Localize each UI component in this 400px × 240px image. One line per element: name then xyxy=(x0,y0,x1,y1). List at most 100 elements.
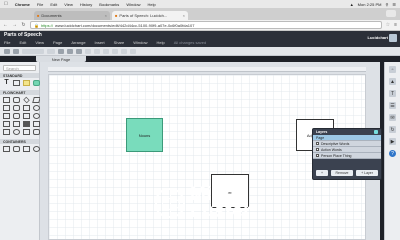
back-icon[interactable]: ← xyxy=(3,22,8,28)
forward-icon[interactable]: → xyxy=(12,22,17,28)
layer-visibility-checkbox[interactable] xyxy=(316,148,319,151)
bold-icon[interactable] xyxy=(58,48,64,54)
text-shape-icon[interactable]: T xyxy=(3,79,10,86)
menu-window[interactable]: Window xyxy=(126,2,140,7)
page-settings-icon[interactable]: ▫ xyxy=(389,66,396,73)
menu-view[interactable]: View xyxy=(64,2,73,7)
rounded-container-shape-icon[interactable] xyxy=(13,146,20,152)
layer-buttons: + Remove + Layer xyxy=(316,170,378,176)
menu-edit[interactable]: Edit xyxy=(50,2,57,7)
display-shape-icon[interactable] xyxy=(13,113,20,119)
manual-operation-shape-icon[interactable] xyxy=(33,129,40,135)
multiple-documents-shape-icon[interactable] xyxy=(23,105,30,111)
address-bar[interactable]: 🔒 https:// www.lucidchart.com/documents/… xyxy=(30,21,382,29)
app-menu-page[interactable]: Page xyxy=(53,40,62,45)
chrome-menu-icon[interactable]: ≡ xyxy=(394,22,397,28)
predefined-process-shape-icon[interactable] xyxy=(3,105,10,111)
tab-favicon-icon: ■ xyxy=(115,13,118,18)
decision-shape-icon[interactable] xyxy=(23,96,30,104)
add-icon-button[interactable]: + xyxy=(316,170,328,176)
shape-search-input[interactable]: Search xyxy=(3,65,36,71)
remove-layer-button[interactable]: Remove xyxy=(331,170,353,176)
menu-history[interactable]: History xyxy=(80,2,92,7)
app-menu-share[interactable]: Share xyxy=(114,40,125,45)
shape-options-icon[interactable]: ▲ xyxy=(389,78,396,85)
merge-shape-icon[interactable] xyxy=(23,121,30,127)
app-menu-view[interactable]: View xyxy=(35,40,44,45)
tab-parts-of-speech[interactable]: ■ Parts of Speech: Lucidch... × xyxy=(112,11,188,20)
close-tab-icon[interactable]: × xyxy=(105,13,107,18)
menu-file[interactable]: File xyxy=(37,2,43,7)
document-title[interactable]: Parts of Speech xyxy=(4,32,42,38)
close-panel-icon[interactable] xyxy=(374,130,378,134)
layer-row-person-place-thing[interactable]: Person Place Thing xyxy=(313,153,381,159)
app-menu-arrange[interactable]: Arrange xyxy=(71,40,85,45)
database-shape-icon[interactable] xyxy=(33,113,40,119)
line-width-icon[interactable] xyxy=(112,48,118,54)
underline-icon[interactable] xyxy=(76,48,82,54)
help-icon[interactable]: ? xyxy=(389,150,396,157)
terminator-shape-icon[interactable] xyxy=(13,97,20,103)
app-menu-file[interactable]: File xyxy=(4,40,10,45)
arrow-style-icon[interactable] xyxy=(130,48,136,54)
comments-icon[interactable]: ✉ xyxy=(389,114,396,121)
shape-library-panel: Search STANDARD T FLOWCHART CONTAINERS xyxy=(0,62,41,240)
apple-icon[interactable]:  xyxy=(4,1,8,7)
or-shape-icon[interactable] xyxy=(13,129,20,135)
avatar[interactable] xyxy=(389,34,397,42)
menu-help[interactable]: Help xyxy=(148,2,156,7)
preparation-shape-icon[interactable] xyxy=(23,113,30,119)
app-menu-chrome[interactable]: Chrome xyxy=(15,2,30,7)
container-shape-icon[interactable] xyxy=(3,146,10,152)
close-tab-icon[interactable]: × xyxy=(183,13,185,18)
connector-shape-icon[interactable] xyxy=(33,105,40,111)
line-style-icon[interactable] xyxy=(121,48,127,54)
app-menu-edit[interactable]: Edit xyxy=(19,40,26,45)
font-size-select[interactable] xyxy=(47,48,55,54)
layer-label: Descriptive Words xyxy=(321,141,350,146)
search-icon[interactable]: ⚲ xyxy=(385,2,388,7)
layer-visibility-checkbox[interactable] xyxy=(316,154,319,157)
bookmark-star-icon[interactable]: ☆ xyxy=(386,22,390,28)
delay-shape-icon[interactable] xyxy=(13,121,20,127)
off-page-shape-icon[interactable] xyxy=(3,129,10,135)
swimlane-shape-icon[interactable] xyxy=(23,146,30,152)
app-menu-window[interactable]: Window xyxy=(133,40,147,45)
circle-container-shape-icon[interactable] xyxy=(33,146,40,152)
nouns-label: Nouns xyxy=(138,132,151,138)
fill-color-icon[interactable] xyxy=(94,48,100,54)
flowchart-shapes xyxy=(0,95,41,137)
stored-data-shape-icon[interactable] xyxy=(33,121,40,127)
layers-icon[interactable]: ☰ xyxy=(389,102,396,109)
undo-icon[interactable] xyxy=(4,48,10,54)
font-select[interactable] xyxy=(22,48,44,54)
redo-icon[interactable] xyxy=(13,48,19,54)
layer-visibility-checkbox[interactable] xyxy=(316,142,319,145)
presentation-icon[interactable]: ▶ xyxy=(389,138,396,145)
clock[interactable]: Mon 2:25 PM xyxy=(358,2,382,7)
document-shape-icon[interactable] xyxy=(13,105,20,111)
nouns-shape[interactable]: Nouns xyxy=(126,118,163,152)
text-options-icon[interactable]: T xyxy=(389,90,396,97)
manual-input-shape-icon[interactable] xyxy=(3,113,10,119)
menu-bookmarks[interactable]: Bookmarks xyxy=(99,2,119,7)
card-shape-icon[interactable] xyxy=(3,121,10,127)
wifi-icon[interactable]: ▲ xyxy=(350,2,354,7)
app-menu-help[interactable]: Help xyxy=(156,40,164,45)
colored-block-shape-icon[interactable] xyxy=(33,80,40,86)
reload-icon[interactable]: ↻ xyxy=(21,22,26,28)
app-menu-insert[interactable]: Insert xyxy=(95,40,105,45)
rectangle-shape-icon[interactable] xyxy=(13,80,20,86)
note-shape-icon[interactable] xyxy=(23,80,30,86)
tab-documents[interactable]: ■ Documents × xyxy=(34,11,110,20)
italic-icon[interactable] xyxy=(67,48,73,54)
list-icon[interactable]: ☰ xyxy=(392,2,396,7)
line-color-icon[interactable] xyxy=(103,48,109,54)
history-icon[interactable]: ↻ xyxy=(389,126,396,133)
process-shape-icon[interactable] xyxy=(3,97,10,103)
align-icon[interactable] xyxy=(85,48,91,54)
add-layer-button[interactable]: + Layer xyxy=(356,170,378,176)
save-status: All changes saved xyxy=(173,40,207,45)
profile-button[interactable] xyxy=(386,10,396,17)
internal-storage-shape-icon[interactable] xyxy=(23,129,30,135)
